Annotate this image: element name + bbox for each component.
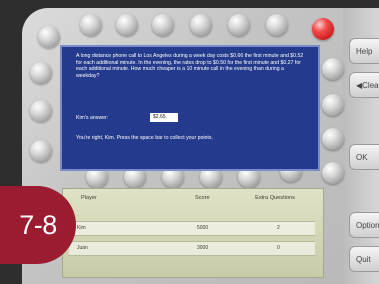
answer-input[interactable]: $2.65 (150, 113, 178, 122)
clear-label: Clear (362, 81, 379, 90)
player-column-header: Player (81, 195, 97, 201)
extra-questions-count: 0 (277, 245, 280, 251)
side-button-column: Help ◀Clear OK Options Quit (343, 8, 379, 284)
stud-decoration (322, 128, 344, 150)
extra-questions-count: 2 (277, 225, 280, 231)
player-name: Juan (77, 245, 88, 251)
stud-decoration (30, 140, 52, 162)
ok-button[interactable]: OK (349, 144, 379, 170)
feedback-message: You're right, Kim. Press the space bar t… (76, 135, 213, 141)
table-row: Kim 5000 2 (69, 221, 315, 236)
stud-decoration (266, 14, 288, 36)
question-text: A long distance phone call to Los Angele… (76, 53, 304, 79)
stud-decoration (322, 94, 344, 116)
stud-decoration (30, 100, 52, 122)
clear-button[interactable]: ◀Clear (349, 72, 379, 98)
stud-decoration (38, 26, 60, 48)
options-button[interactable]: Options (349, 212, 379, 238)
table-row: Juan 3000 0 (69, 241, 315, 256)
question-panel: A long distance phone call to Los Angele… (60, 45, 320, 171)
score-panel: Player Score Extra Questions Kim 5000 2 … (62, 188, 324, 278)
stud-decoration (228, 14, 250, 36)
score-column-header: Score (195, 195, 210, 201)
stud-decoration (322, 162, 344, 184)
extra-questions-column-header: Extra Questions (255, 195, 295, 201)
stud-decoration (152, 14, 174, 36)
stud-decoration (80, 14, 102, 36)
answer-label: Kim's answer: (76, 115, 109, 121)
player-score: 5000 (197, 225, 209, 231)
player-name: Kim (77, 225, 86, 231)
stud-decoration (190, 14, 212, 36)
quit-button[interactable]: Quit (349, 246, 379, 272)
chapter-badge: 7-8 (0, 186, 76, 264)
player-score: 3000 (197, 245, 209, 251)
help-button[interactable]: Help (349, 38, 379, 64)
stud-decoration (322, 58, 344, 80)
stud-decoration (116, 14, 138, 36)
stud-decoration (30, 62, 52, 84)
red-alert-light-icon (312, 18, 334, 40)
